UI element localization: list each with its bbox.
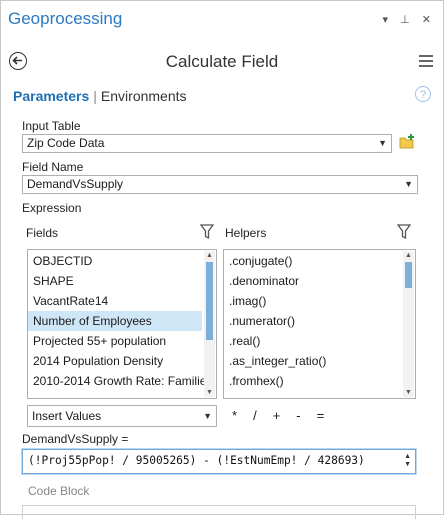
scroll-up-icon[interactable]: ▲ bbox=[403, 251, 414, 260]
list-item[interactable]: .as_integer_ratio() bbox=[224, 351, 415, 371]
field-name-label: Field Name bbox=[22, 160, 84, 174]
list-item[interactable]: 2010-2014 Growth Rate: Families bbox=[28, 371, 216, 391]
multiply-button[interactable]: * bbox=[232, 408, 237, 423]
list-item[interactable]: Number of Employees bbox=[28, 311, 202, 331]
helpers-scrollbar[interactable]: ▲ ▼ bbox=[403, 251, 414, 397]
field-name-select[interactable]: DemandVsSupply ▼ bbox=[22, 175, 418, 194]
window-controls: ▾ ⊥ ✕ bbox=[374, 13, 431, 26]
expression-spinner[interactable]: ▲ ▼ bbox=[404, 453, 411, 469]
fields-items: OBJECTID SHAPE VacantRate14 Number of Emplo… bbox=[28, 250, 216, 391]
field-name-value: DemandVsSupply bbox=[27, 177, 124, 191]
list-item[interactable]: OBJECTID bbox=[28, 251, 216, 271]
filter-icon[interactable] bbox=[397, 224, 411, 240]
tab-bar: Parameters | Environments bbox=[13, 88, 187, 104]
expression-input[interactable]: (!Proj55pPop! / 95005265) - (!EstNumEmp!… bbox=[22, 449, 416, 474]
close-icon[interactable]: ✕ bbox=[422, 13, 431, 26]
pin-icon[interactable]: ⊥ bbox=[400, 13, 410, 26]
list-item[interactable]: .conjugate() bbox=[224, 251, 415, 271]
expression-text: (!Proj55pPop! / 95005265) - (!EstNumEmp!… bbox=[28, 454, 365, 467]
input-table-select[interactable]: Zip Code Data ▼ bbox=[22, 134, 392, 153]
list-item[interactable]: SHAPE bbox=[28, 271, 216, 291]
menu-icon[interactable] bbox=[419, 55, 433, 70]
title-bar: Geoprocessing ▾ ⊥ ✕ bbox=[1, 1, 443, 37]
help-icon[interactable]: ? bbox=[415, 86, 431, 102]
fields-scrollbar[interactable]: ▲ ▼ bbox=[204, 251, 215, 397]
operator-buttons: * / + - = bbox=[232, 408, 340, 423]
helpers-list[interactable]: .conjugate() .denominator .imag() .numerato… bbox=[223, 249, 416, 399]
helpers-items: .conjugate() .denominator .imag() .numerato… bbox=[224, 250, 415, 391]
filter-icon[interactable] bbox=[200, 224, 214, 240]
browse-folder-icon[interactable] bbox=[398, 133, 416, 151]
list-item[interactable]: .real() bbox=[224, 331, 415, 351]
chevron-down-icon: ▼ bbox=[404, 179, 413, 189]
insert-values-label: Insert Values bbox=[32, 409, 102, 423]
code-block-label: Code Block bbox=[28, 484, 90, 498]
list-item[interactable]: VacantRate14 bbox=[28, 291, 216, 311]
list-item[interactable]: .fromhex() bbox=[224, 371, 415, 391]
chevron-down-icon: ▼ bbox=[203, 411, 212, 421]
tool-title: Calculate Field bbox=[165, 52, 279, 71]
divide-button[interactable]: / bbox=[253, 408, 257, 423]
equals-button[interactable]: = bbox=[317, 408, 325, 423]
input-table-label: Input Table bbox=[22, 119, 81, 133]
list-item[interactable]: 2014 Population Density bbox=[28, 351, 216, 371]
scroll-thumb[interactable] bbox=[206, 262, 213, 340]
pane-title: Geoprocessing bbox=[8, 9, 123, 28]
chevron-down-icon[interactable]: ▾ bbox=[383, 13, 389, 26]
scroll-up-icon[interactable]: ▲ bbox=[204, 251, 215, 260]
code-block-input[interactable] bbox=[22, 505, 416, 519]
list-item[interactable]: .numerator() bbox=[224, 311, 415, 331]
scroll-down-icon[interactable]: ▼ bbox=[403, 388, 414, 397]
insert-values-select[interactable]: Insert Values ▼ bbox=[27, 405, 217, 427]
list-item[interactable]: Projected 55+ population bbox=[28, 331, 216, 351]
scroll-thumb[interactable] bbox=[405, 262, 412, 288]
fields-list[interactable]: OBJECTID SHAPE VacantRate14 Number of Emplo… bbox=[27, 249, 217, 399]
list-item[interactable]: .denominator bbox=[224, 271, 415, 291]
add-button[interactable]: + bbox=[273, 408, 281, 423]
tab-parameters[interactable]: Parameters bbox=[13, 88, 89, 104]
expression-label: Expression bbox=[22, 201, 82, 215]
fields-label: Fields bbox=[26, 226, 59, 240]
helpers-label: Helpers bbox=[225, 226, 267, 240]
scroll-down-icon[interactable]: ▼ bbox=[204, 388, 215, 397]
subtract-button[interactable]: - bbox=[296, 408, 300, 423]
tab-separator: | bbox=[93, 88, 97, 104]
list-item[interactable]: .imag() bbox=[224, 291, 415, 311]
chevron-down-icon: ▼ bbox=[378, 138, 387, 148]
expression-target-label: DemandVsSupply = bbox=[22, 432, 129, 446]
tab-environments[interactable]: Environments bbox=[101, 88, 187, 104]
input-table-value: Zip Code Data bbox=[27, 136, 105, 150]
